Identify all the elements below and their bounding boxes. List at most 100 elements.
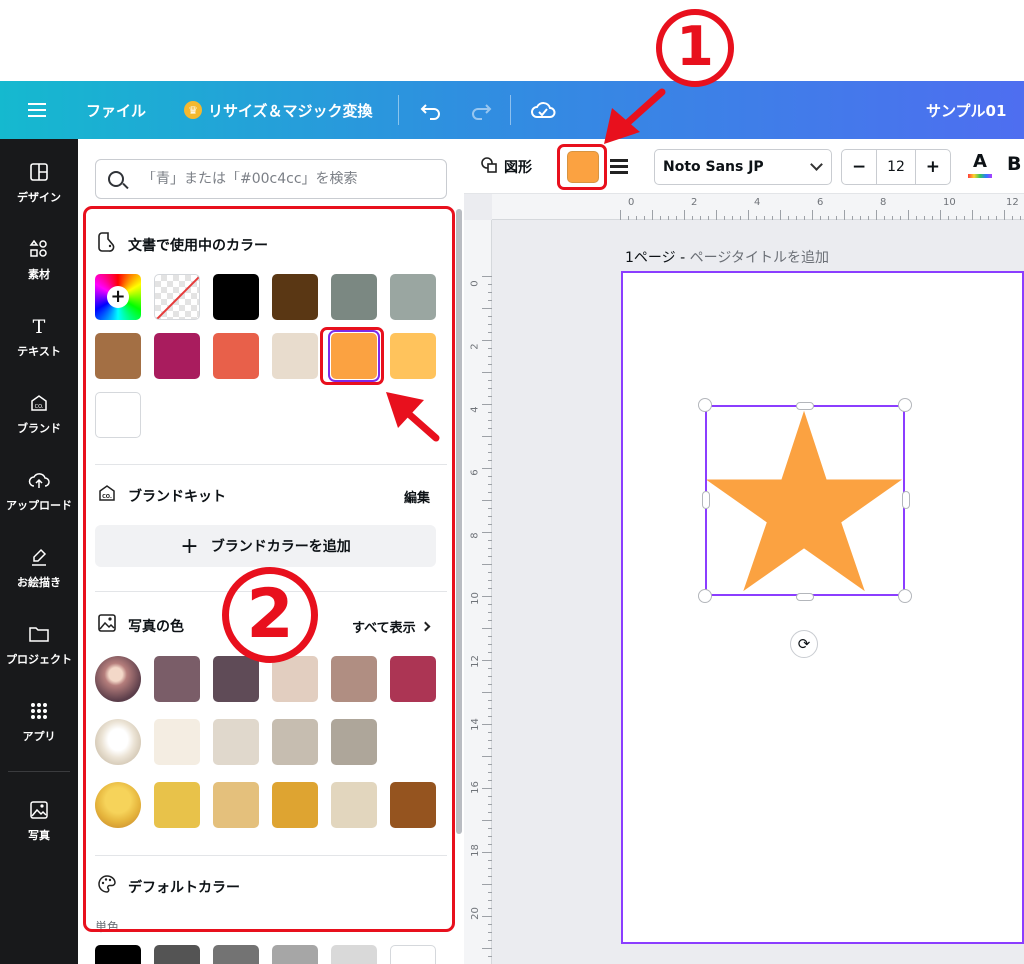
undo-icon[interactable]	[420, 81, 442, 139]
ruler-tick	[1004, 210, 1005, 220]
rail-item-apps[interactable]: アプリ	[0, 690, 78, 754]
ruler-tick	[482, 532, 492, 533]
ruler-tick	[482, 564, 492, 565]
ruler-tick	[772, 216, 773, 220]
ruler-tick	[488, 364, 492, 365]
resize-handle[interactable]	[796, 402, 814, 410]
border-style-icon[interactable]	[610, 159, 628, 175]
resize-handle[interactable]	[702, 491, 710, 509]
color-search[interactable]	[95, 159, 447, 199]
ruler-tick	[644, 216, 645, 220]
ruler-tick	[488, 700, 492, 701]
ruler-tick	[884, 216, 885, 220]
cloud-saved-icon[interactable]	[530, 81, 556, 139]
ruler-tick	[620, 210, 621, 220]
swatch-color[interactable]	[213, 945, 259, 964]
resize-handle[interactable]	[796, 593, 814, 601]
ruler-tick	[488, 620, 492, 621]
text-color-button[interactable]: A	[968, 151, 992, 178]
ruler-tick	[482, 628, 492, 629]
rotate-icon[interactable]: ⟳	[790, 630, 818, 658]
shapes-icon	[480, 156, 498, 178]
font-size-increase-button[interactable]: +	[916, 150, 950, 184]
bold-button[interactable]: B	[1007, 153, 1021, 175]
font-size-stepper[interactable]: − 12 +	[841, 149, 951, 185]
ruler-tick	[488, 716, 492, 717]
color-search-input[interactable]	[142, 171, 432, 187]
resize-button[interactable]: ♛ リサイズ＆マジック変換	[184, 81, 373, 139]
ruler-tick	[988, 216, 989, 220]
swatch-color[interactable]	[95, 945, 141, 964]
design-page[interactable]	[621, 271, 1024, 944]
ruler-tick	[482, 596, 492, 597]
resize-handle[interactable]	[698, 589, 712, 603]
resize-handle[interactable]	[898, 589, 912, 603]
rail-item-photos[interactable]: 写真	[0, 789, 78, 853]
page-title[interactable]: 1ページ - ページタイトルを追加	[625, 247, 829, 267]
ruler-tick	[488, 380, 492, 381]
document-title[interactable]: サンプル01	[926, 81, 1006, 139]
ruler-tick	[980, 216, 981, 220]
selection-box[interactable]	[705, 405, 905, 596]
rail-item-projects[interactable]: プロジェクト	[0, 613, 78, 677]
ruler-tick	[708, 216, 709, 220]
rail-item-upload[interactable]: アップロード	[0, 459, 78, 523]
ruler-tick	[948, 216, 949, 220]
ruler-tick	[488, 684, 492, 685]
resize-handle[interactable]	[902, 491, 910, 509]
ruler-tick	[812, 210, 813, 220]
ruler-tick	[488, 804, 492, 805]
font-size-value[interactable]: 12	[876, 150, 916, 184]
ruler-tick	[482, 692, 492, 693]
rail-item-design[interactable]: デザイン	[0, 151, 78, 215]
upload-icon	[28, 470, 50, 494]
divider	[510, 95, 511, 125]
rail-item-draw[interactable]: お絵描き	[0, 536, 78, 600]
ruler-tick	[964, 216, 965, 220]
ruler-tick	[900, 216, 901, 220]
swatch-color[interactable]	[154, 945, 200, 964]
ruler-tick	[488, 556, 492, 557]
crown-icon: ♛	[184, 101, 202, 119]
ruler-tick	[482, 436, 492, 437]
ruler-tick	[488, 732, 492, 733]
ruler-tick	[488, 708, 492, 709]
rail-item-elements[interactable]: 素材	[0, 228, 78, 292]
page-title-placeholder[interactable]: ページタイトルを追加	[690, 250, 829, 266]
font-family-select[interactable]: Noto Sans JP	[654, 149, 832, 185]
ruler-tick	[628, 216, 629, 220]
ruler-tick	[488, 428, 492, 429]
resize-handle[interactable]	[898, 398, 912, 412]
ruler-tick	[916, 216, 917, 220]
ruler-tick	[488, 420, 492, 421]
ruler-tick	[488, 484, 492, 485]
font-size-decrease-button[interactable]: −	[842, 150, 876, 184]
ruler-tick	[482, 404, 492, 405]
rail-item-brand[interactable]: CO. ブランド	[0, 382, 78, 446]
swatch-color[interactable]	[331, 945, 377, 964]
photo-icon	[29, 800, 49, 824]
redo-icon[interactable]	[470, 81, 492, 139]
rail-item-text[interactable]: T テキスト	[0, 305, 78, 369]
menu-icon[interactable]	[28, 81, 54, 139]
ruler-tick	[488, 508, 492, 509]
ruler-tick	[788, 216, 789, 220]
shape-button[interactable]: 図形	[480, 139, 532, 194]
ruler-tick	[488, 396, 492, 397]
ruler-tick	[488, 900, 492, 901]
ruler-tick	[932, 216, 933, 220]
ruler-tick	[488, 676, 492, 677]
file-menu[interactable]: ファイル	[86, 81, 146, 139]
ruler-tick	[482, 948, 492, 949]
canvas-area[interactable]: 0 2 4 6 8 10 12 0 2 4 6 8 10 12 14 16 18…	[464, 194, 1024, 964]
ruler-tick	[488, 836, 492, 837]
resize-handle[interactable]	[698, 398, 712, 412]
panel-scrollbar[interactable]	[456, 209, 462, 834]
folder-icon	[28, 624, 50, 648]
ruler-tick	[488, 740, 492, 741]
ruler-tick	[482, 340, 492, 341]
swatch-color[interactable]	[272, 945, 318, 964]
ruler-tick	[482, 756, 492, 757]
ruler-tick	[488, 796, 492, 797]
swatch-color[interactable]	[390, 945, 436, 964]
